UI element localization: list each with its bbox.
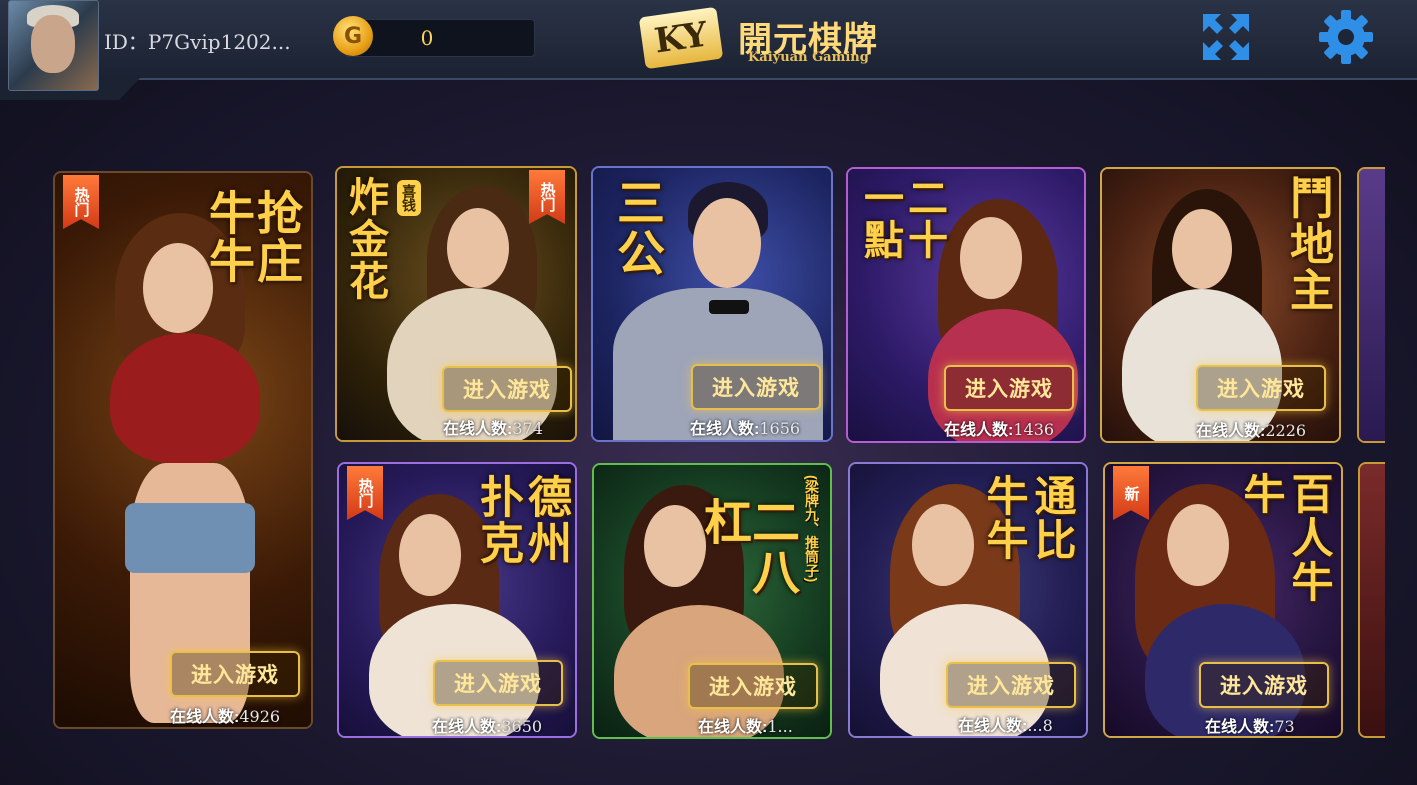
online-number: 1436: [1013, 420, 1055, 439]
enter-game-button[interactable]: 进入游戏: [1196, 365, 1326, 411]
game-card-erbagang[interactable]: 二八杠 (梁牌九、推筒子) 进入游戏 在线人数:1...: [592, 463, 832, 739]
game-title: 炸金花: [343, 176, 387, 302]
settings-button[interactable]: [1317, 8, 1375, 66]
online-count: 在线人数:3650: [432, 713, 543, 736]
online-count: 在线人数:4926: [170, 703, 280, 727]
online-count: 在线人数:374: [443, 415, 543, 439]
online-label: 在线人数:: [958, 718, 1028, 735]
enter-game-button[interactable]: 进入游戏: [688, 663, 818, 709]
character-head: [1172, 209, 1232, 289]
kaiyuan-logo: KY 開元棋牌 Kaiyuan Gaming: [638, 6, 882, 70]
enter-game-button[interactable]: 进入游戏: [946, 662, 1076, 708]
fullscreen-button[interactable]: [1197, 8, 1255, 66]
game-card-texas-holdem[interactable]: 热门 德州扑克 进入游戏 在线人数:3650: [337, 462, 577, 738]
online-label: 在线人数:: [690, 421, 760, 438]
online-count: 在线人数:1...: [698, 713, 793, 737]
game-card-qiangzhuang-niuniu[interactable]: 热门 抢庄牛牛 进入游戏 在线人数:4926: [53, 171, 313, 729]
game-list: 热门 抢庄牛牛 进入游戏 在线人数:4926 热门 炸金花 喜钱 进入游戏 在线…: [0, 118, 1417, 778]
online-number: 73: [1274, 717, 1295, 736]
character-body: [110, 333, 260, 463]
online-count: 在线人数:...8: [958, 712, 1053, 736]
expand-arrows-icon: [1203, 14, 1249, 60]
online-count: 在线人数:1436: [944, 416, 1054, 440]
avatar-face: [31, 15, 75, 73]
game-title: 二八杠: [696, 497, 797, 597]
logo-english: Kaiyuan Gaming: [748, 50, 869, 65]
online-count: 在线人数:2226: [1196, 417, 1306, 441]
online-label: 在线人数:: [170, 709, 240, 726]
online-number: 3650: [501, 717, 543, 736]
enter-game-button[interactable]: 进入游戏: [442, 366, 572, 412]
character-bowtie: [709, 300, 749, 314]
game-card-zhajinhua[interactable]: 热门 炸金花 喜钱 进入游戏 在线人数:374: [335, 166, 577, 442]
avatar[interactable]: [8, 0, 99, 91]
game-card-tongbi-niuniu[interactable]: 通比牛牛 进入游戏 在线人数:...8: [848, 462, 1088, 738]
game-title: 三公: [609, 178, 662, 278]
game-title: 二十一點: [858, 177, 946, 261]
coin-icon: G: [333, 16, 373, 56]
character-head: [960, 217, 1022, 299]
enter-game-button[interactable]: 进入游戏: [691, 364, 821, 410]
online-number: 2226: [1265, 421, 1307, 440]
gear-icon: [1319, 10, 1373, 64]
enter-game-button[interactable]: 进入游戏: [944, 365, 1074, 411]
online-count: 在线人数:73: [1205, 713, 1295, 736]
character-head: [1167, 504, 1229, 586]
online-label: 在线人数:: [1196, 423, 1266, 440]
online-number: 1...: [767, 717, 793, 736]
game-title: 鬥地主: [1283, 175, 1332, 313]
online-number: 1656: [759, 419, 801, 438]
card-art: [1360, 464, 1385, 736]
logo-badge: KY: [638, 6, 724, 70]
character-shorts: [125, 503, 255, 573]
enter-game-button[interactable]: 进入游戏: [433, 660, 563, 706]
game-title: 德州扑克: [473, 474, 570, 566]
online-number: 374: [512, 419, 543, 438]
game-card-blackjack[interactable]: 二十一點 进入游戏 在线人数:1436: [846, 167, 1086, 443]
online-number: ...8: [1027, 716, 1053, 735]
character-head: [912, 504, 974, 586]
character-head: [447, 208, 509, 288]
game-card-doudizhu[interactable]: 鬥地主 进入游戏 在线人数:2226: [1100, 167, 1341, 443]
game-subtitle: (梁牌九、推筒子): [804, 475, 820, 583]
online-label: 在线人数:: [432, 719, 502, 736]
online-label: 在线人数:: [443, 421, 513, 438]
game-title: 百人牛牛: [1238, 472, 1333, 604]
coin-balance: 0: [420, 26, 434, 50]
card-art: [1359, 169, 1385, 441]
game-card-sangong[interactable]: 三公 进入游戏 在线人数:1656: [591, 166, 833, 442]
online-label: 在线人数:: [698, 719, 768, 736]
character-head: [693, 198, 761, 288]
online-count: 在线人数:1656: [690, 415, 800, 439]
enter-game-button[interactable]: 进入游戏: [1199, 662, 1329, 708]
game-title: 抢庄牛牛: [203, 189, 303, 285]
xiqian-badge: 喜钱: [397, 180, 421, 216]
game-title: 通比牛牛: [981, 474, 1076, 562]
online-label: 在线人数:: [944, 422, 1014, 439]
character-head: [399, 514, 461, 596]
game-card-partial-bottom[interactable]: [1358, 462, 1385, 738]
game-card-partial-top[interactable]: [1357, 167, 1385, 443]
online-number: 4926: [239, 707, 281, 726]
enter-game-button[interactable]: 进入游戏: [170, 651, 300, 697]
game-card-bairen-niuniu[interactable]: 新 百人牛牛 进入游戏 在线人数:73: [1103, 462, 1343, 738]
user-id: ID：P7Gvip1202...: [104, 30, 291, 54]
online-label: 在线人数:: [1205, 719, 1275, 736]
